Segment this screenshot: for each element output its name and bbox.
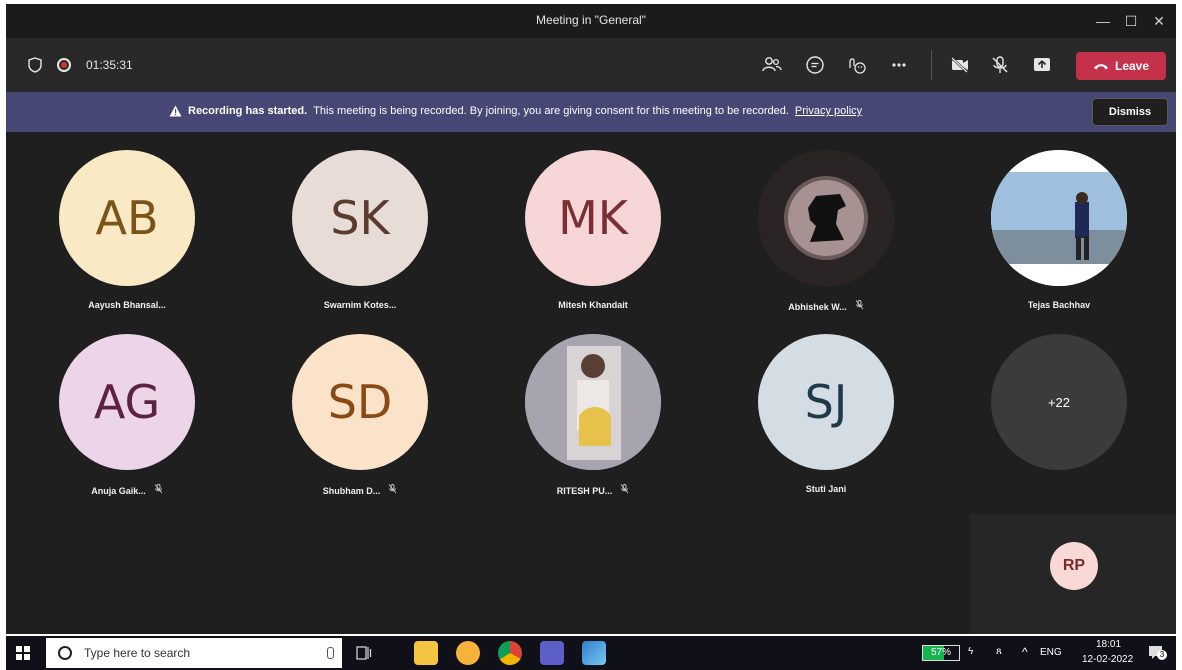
participant-name-row: Mitesh Khandait	[503, 300, 683, 310]
participant-tile[interactable]: AB Aayush Bhansal...	[37, 150, 217, 330]
participant-mic-off-icon	[620, 484, 629, 496]
participant-name: RITESH PU...	[556, 486, 613, 496]
leave-label: Leave	[1114, 59, 1150, 73]
participant-name-row: Stuti Jani	[736, 484, 916, 494]
lakeside-photo	[991, 150, 1127, 286]
participant-name-row: Swarnim Kotes...	[270, 300, 450, 310]
recording-banner: Recording has started. This meeting is b…	[6, 92, 1176, 132]
participant-name: Swarnim Kotes...	[323, 300, 397, 310]
selfie-photo	[525, 334, 661, 470]
search-placeholder: Type here to search	[84, 646, 191, 660]
participant-name: Tejas Bachhav	[1027, 300, 1091, 310]
hang-up-icon	[1093, 64, 1108, 70]
participant-name: Abhishek W...	[788, 302, 847, 312]
participant-avatar	[758, 150, 894, 286]
mic-off-icon[interactable]	[989, 54, 1011, 76]
clock-date[interactable]: 12-02-2022	[1082, 654, 1133, 665]
participant-tile[interactable]: +22	[969, 334, 1149, 514]
self-view[interactable]: RP	[970, 514, 1176, 634]
windows-taskbar: Type here to search 57% ϟ ጸ ^ ENG 18:01 …	[6, 636, 1176, 670]
banner-bold-text: Recording has started.	[188, 105, 308, 117]
privacy-policy-link[interactable]: Privacy policy	[795, 105, 862, 117]
notification-count: 3	[1157, 650, 1167, 660]
meeting-toolbar: 01:35:31 Leave	[6, 38, 1176, 92]
participant-name-row: Anuja Gaik...	[37, 484, 217, 496]
detective-silhouette-icon	[758, 150, 894, 286]
participant-tile[interactable]: SD Shubham D...	[270, 334, 450, 514]
title-bar: Meeting in "General" — ☐ ✕	[6, 4, 1176, 38]
start-button[interactable]	[16, 646, 30, 660]
participant-name: Mitesh Khandait	[558, 300, 628, 310]
participant-tile[interactable]: AG Anuja Gaik...	[37, 334, 217, 514]
chat-icon[interactable]	[804, 54, 826, 76]
participant-name-row: Shubham D...	[270, 484, 450, 496]
teams-icon[interactable]	[540, 641, 564, 665]
teams-meeting-window: Meeting in "General" — ☐ ✕ 01:35:31 Leav…	[6, 4, 1176, 634]
warning-icon	[169, 105, 182, 117]
participant-mic-off-icon	[855, 300, 864, 312]
meeting-timer: 01:35:31	[86, 58, 133, 72]
tray-chevron-up-icon[interactable]: ^	[1022, 645, 1028, 659]
clock-time[interactable]: 18:01	[1096, 639, 1121, 650]
self-avatar: RP	[1050, 542, 1098, 590]
participant-mic-off-icon	[154, 484, 163, 496]
participant-avatar: SJ	[758, 334, 894, 470]
more-options-icon[interactable]	[888, 54, 910, 76]
window-title: Meeting in "General"	[536, 13, 646, 27]
toolbar-divider	[931, 50, 932, 80]
people-icon[interactable]	[761, 54, 783, 76]
participant-avatar: SK	[292, 150, 428, 286]
language-indicator[interactable]: ENG	[1040, 647, 1062, 658]
participant-name-row: Tejas Bachhav	[969, 300, 1149, 310]
participant-mic-off-icon	[388, 484, 397, 496]
leave-button[interactable]: Leave	[1076, 52, 1166, 80]
participant-name-row: Aayush Bhansal...	[37, 300, 217, 310]
battery-percent: 57%	[930, 647, 951, 658]
participant-avatar: AB	[59, 150, 195, 286]
participant-tile[interactable]: SK Swarnim Kotes...	[270, 150, 450, 330]
participant-name: Shubham D...	[322, 486, 381, 496]
cortana-icon	[58, 646, 72, 660]
power-plug-icon: ϟ	[968, 646, 974, 657]
camera-off-icon[interactable]	[949, 54, 971, 76]
minimize-button[interactable]: —	[1091, 10, 1115, 32]
share-screen-icon[interactable]	[1031, 54, 1053, 76]
dismiss-button[interactable]: Dismiss	[1092, 98, 1168, 126]
participant-avatar: SD	[292, 334, 428, 470]
shield-icon[interactable]	[28, 57, 42, 73]
battery-indicator[interactable]: 57%	[922, 645, 960, 661]
participant-avatar: AG	[59, 334, 195, 470]
file-explorer-icon[interactable]	[414, 641, 438, 665]
participant-tile[interactable]: RITESH PU...	[503, 334, 683, 514]
participant-name: Stuti Jani	[805, 484, 847, 494]
participant-avatar: MK	[525, 150, 661, 286]
task-view-icon[interactable]	[356, 645, 372, 661]
recording-banner-message: Recording has started. This meeting is b…	[169, 105, 862, 117]
microphone-icon[interactable]	[327, 647, 334, 659]
participant-avatar	[991, 150, 1127, 286]
chrome-icon[interactable]	[498, 641, 522, 665]
participant-name: Anuja Gaik...	[91, 486, 146, 496]
close-button[interactable]: ✕	[1147, 10, 1171, 32]
maximize-button[interactable]: ☐	[1119, 10, 1143, 32]
reactions-icon[interactable]	[846, 54, 868, 76]
participant-tile[interactable]: Tejas Bachhav	[969, 150, 1149, 330]
participant-avatar	[525, 334, 661, 470]
photos-icon[interactable]	[582, 641, 606, 665]
more-participants-avatar: +22	[991, 334, 1127, 470]
participant-tile[interactable]: Abhishek W...	[736, 150, 916, 330]
notifications-icon[interactable]: 3	[1148, 644, 1167, 660]
banner-text: This meeting is being recorded. By joini…	[313, 105, 789, 117]
taskbar-search-box[interactable]: Type here to search	[46, 638, 342, 668]
people-tray-icon[interactable]: ጸ	[996, 646, 1002, 657]
firefox-icon[interactable]	[456, 641, 480, 665]
participant-name: Aayush Bhansal...	[88, 300, 166, 310]
participant-name-row: Abhishek W...	[736, 300, 916, 312]
participant-name-row: RITESH PU...	[503, 484, 683, 496]
participant-tile[interactable]: MK Mitesh Khandait	[503, 150, 683, 330]
participant-tile[interactable]: SJ Stuti Jani	[736, 334, 916, 514]
recording-indicator-icon	[57, 58, 71, 72]
